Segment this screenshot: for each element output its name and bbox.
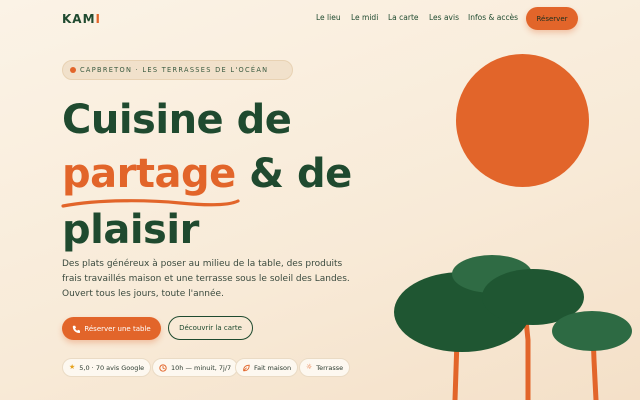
umbrella-pine-illustration: [394, 255, 632, 400]
